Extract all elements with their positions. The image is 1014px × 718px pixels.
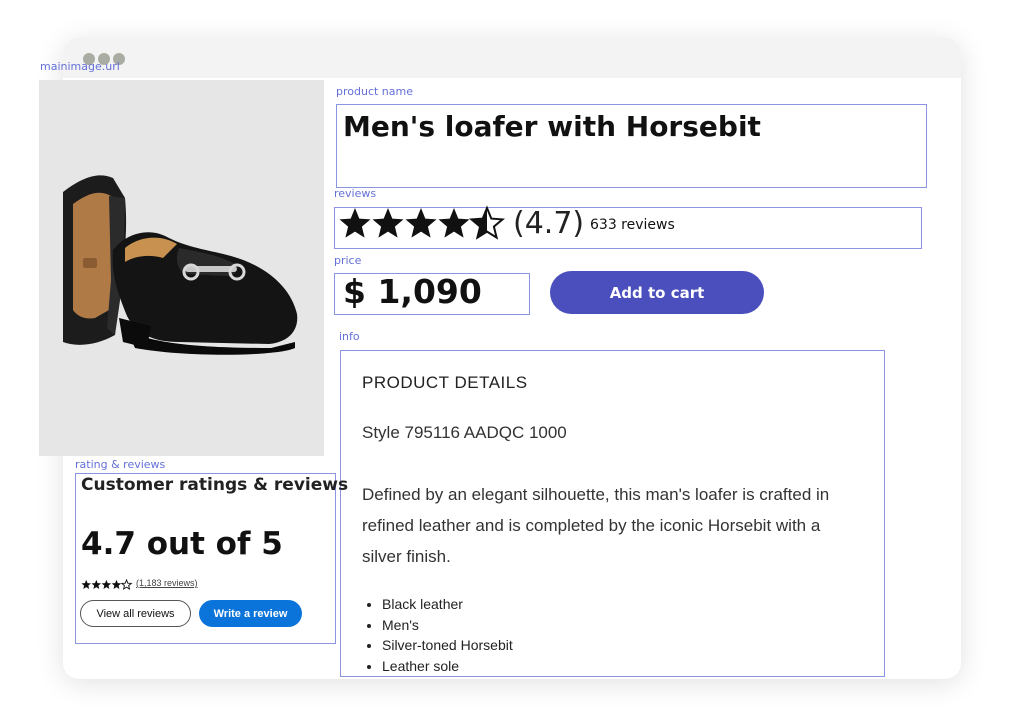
info-label: info <box>339 330 360 343</box>
small-rating-stars <box>81 577 133 595</box>
add-to-cart-button[interactable]: Add to cart <box>550 271 764 314</box>
star-icon <box>111 579 122 589</box>
price-label: price <box>334 254 362 267</box>
loafer-image <box>63 175 298 355</box>
list-item: Black leather <box>382 594 513 615</box>
product-title: Men's loafer with Horsebit <box>343 110 761 143</box>
main-image-label: mainimage.url <box>40 60 120 73</box>
view-all-reviews-button[interactable]: View all reviews <box>80 600 191 627</box>
product-description: Defined by an elegant silhouette, this m… <box>362 485 830 566</box>
product-image[interactable] <box>39 80 324 456</box>
list-item: Silver-toned Horsebit <box>382 635 513 656</box>
rating-reviews-label: rating & reviews <box>75 458 166 471</box>
ratings-score: 4.7 out of 5 <box>81 526 283 562</box>
reviews-link[interactable]: (1,183 reviews) <box>136 578 198 588</box>
star-icon <box>339 208 371 238</box>
reviews-label: reviews <box>334 187 377 200</box>
details-heading: PRODUCT DETAILS <box>362 373 528 392</box>
review-count[interactable]: 633 reviews <box>590 217 675 233</box>
star-outline-icon <box>121 579 132 590</box>
rating-stars[interactable] <box>338 203 508 248</box>
product-price: $ 1,090 <box>343 272 482 311</box>
product-name-label: product name <box>336 85 413 98</box>
star-icon <box>438 208 470 238</box>
star-icon <box>81 579 91 589</box>
star-icon <box>405 208 437 238</box>
star-icon <box>101 579 112 589</box>
list-item: Men's <box>382 615 513 636</box>
details-list: Black leather Men's Silver-toned Horsebi… <box>362 594 513 676</box>
style-code: Style 795116 AADQC 1000 <box>362 423 567 442</box>
ratings-title: Customer ratings & reviews <box>81 475 349 495</box>
rating-value: (4.7) <box>513 206 585 241</box>
write-review-button[interactable]: Write a review <box>199 600 302 627</box>
star-icon <box>372 208 404 238</box>
star-icon <box>91 579 102 589</box>
list-item: Leather sole <box>382 656 513 677</box>
window-titlebar <box>63 38 961 78</box>
